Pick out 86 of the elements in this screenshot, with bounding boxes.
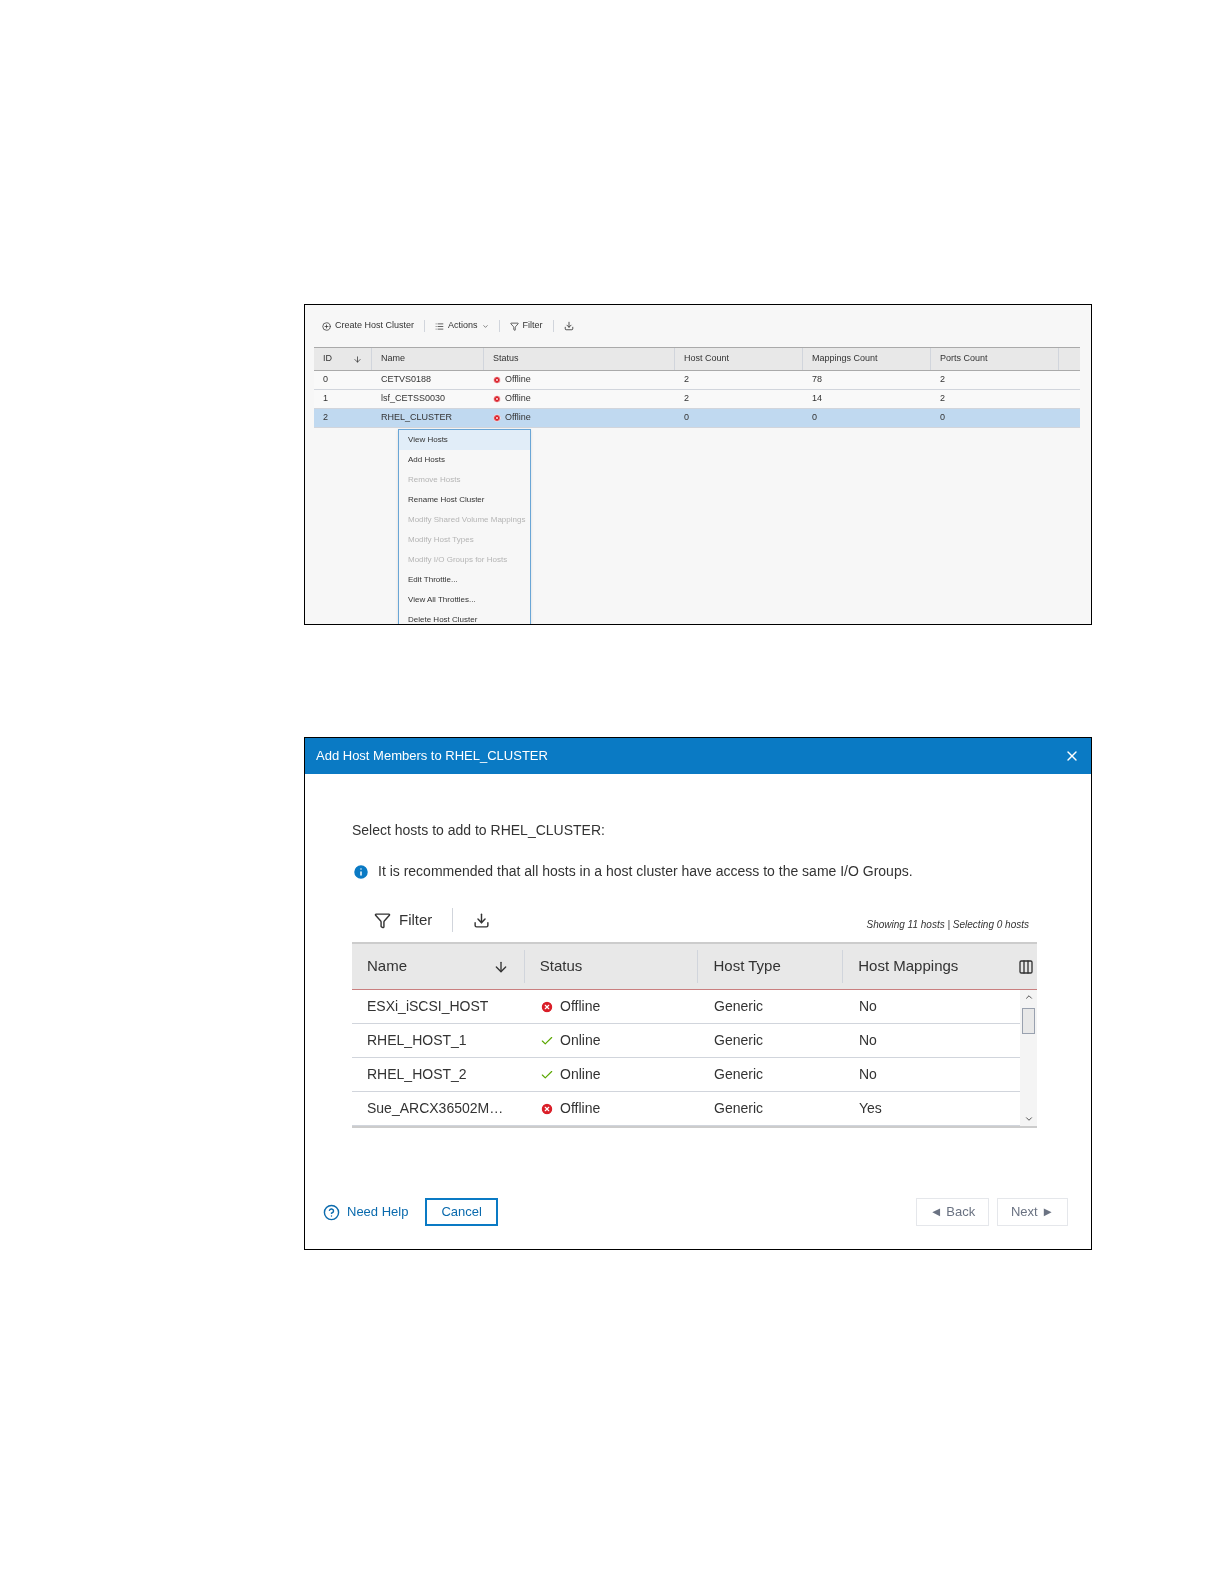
table-row[interactable]: 2 RHEL_CLUSTER Offline 0 0 0 [314,409,1080,428]
table-cell-text: Generic [713,1031,765,1050]
table-cell-text: 0 [811,411,818,425]
selection-summary: Showing 11 hosts | Selecting 0 hosts [866,918,1030,932]
offline-icon [493,414,501,422]
menu-item[interactable]: Edit Throttle... [399,570,530,590]
add-icon [322,321,331,331]
table-cell-text: RHEL_HOST_1 [366,1031,468,1050]
cancel-button[interactable]: Cancel [425,1198,498,1226]
table-cell-text: Sue_ARCX36502M… [366,1099,505,1118]
menu-item[interactable]: View All Throttles... [399,590,530,610]
table-cell-text: RHEL_HOST_2 [366,1065,468,1084]
info-icon [352,862,370,881]
column-header[interactable]: Host Type [698,950,844,983]
table-cell: Offline [525,1092,699,1125]
table-cell-text: No [858,1065,878,1084]
table-row[interactable]: ESXi_iSCSI_HOST Offline Generic No [352,990,1020,1024]
table-cell-text: 2 [683,392,690,406]
table-cell: Offline [484,371,675,389]
table-row[interactable]: RHEL_HOST_1 Online Generic No [352,1024,1020,1058]
column-header[interactable]: Name [372,348,484,370]
info-text: It is recommended that all hosts in a host cluster have access to the same I/O Groups. [378,862,913,881]
filter-icon [509,321,519,331]
table-cell-text: RHEL_CLUSTER [380,411,454,425]
table-cell-text: Yes [858,1099,883,1118]
table-cell-text: 0 [683,411,690,425]
download-icon [473,911,491,929]
column-header[interactable]: Name [352,950,525,983]
table-row[interactable]: RHEL_HOST_2 Online Generic No [352,1058,1020,1092]
table-cell: Online [525,1058,699,1091]
actions-button[interactable]: Actions [435,319,489,333]
column-header[interactable]: Mappings Count [803,348,931,370]
table-cell-text: 14 [811,392,823,406]
menu-item[interactable]: View Hosts [399,430,530,450]
download-button[interactable] [473,911,491,929]
table-cell-text: Generic [713,1065,765,1084]
table-cell-text: Generic [713,997,765,1016]
table-cell-text: lsf_CETSS0030 [380,392,447,406]
offline-icon [540,999,554,1014]
table-cell: Offline [484,409,675,427]
filter-icon [374,911,391,929]
prompt-text: Select hosts to add to RHEL_CLUSTER: [352,821,606,840]
filter-button[interactable]: Filter [509,319,543,333]
help-icon [323,1203,340,1221]
column-header[interactable]: Status [524,950,699,983]
offline-icon [540,1101,554,1116]
table-cell-text: 0 [939,411,946,425]
need-help-link[interactable]: Need Help [323,1202,409,1222]
column-header[interactable]: Host Mappings [843,944,1018,989]
table-cell-text: CETVS0188 [380,373,433,387]
table-cell: Online [525,1024,699,1057]
column-header[interactable]: ID [314,348,372,370]
table-cell-text: ESXi_iSCSI_HOST [366,997,490,1016]
table-cell-text: 2 [939,373,946,387]
dialog-title: Add Host Members to RHEL_CLUSTER [316,747,548,766]
column-header[interactable]: Host Count [675,348,803,370]
table-cell-text: No [858,1031,878,1050]
offline-icon [493,395,501,403]
table-cell-text: Generic [713,1099,765,1118]
menu-item[interactable]: Add Hosts [399,450,530,470]
list-icon [435,321,445,331]
table-cell: Offline [484,390,675,408]
table-cell-text: 78 [811,373,823,387]
menu-item[interactable]: Rename Host Cluster [399,490,530,510]
sort-arrow-icon [353,354,362,364]
table-cell-text: 2 [322,411,329,425]
table-cell-text: 2 [939,392,946,406]
table-row[interactable]: Sue_ARCX36502M… Offline Generic Yes [352,1092,1020,1126]
menu-item[interactable]: Delete Host Cluster [399,610,530,624]
column-header[interactable]: Ports Count [931,348,1059,370]
caret-icon [481,322,489,330]
filter-button[interactable]: Filter [374,908,433,932]
table-cell-text: No [858,997,878,1016]
scrollbar[interactable] [1020,990,1037,1126]
column-header[interactable]: Status [484,348,675,370]
scroll-up-icon [1023,992,1034,1002]
table-cell: Offline [525,990,699,1023]
columns-icon [1018,958,1034,975]
offline-icon [493,376,501,384]
table-cell-text: 0 [322,373,329,387]
download-icon [563,321,574,331]
create-host-cluster-button[interactable]: Create Host Cluster [322,319,415,333]
scroll-down-icon [1023,1114,1034,1124]
table-cell-text: 1 [322,392,329,406]
table-cell-text: 2 [683,373,690,387]
scroll-thumb[interactable] [1022,1008,1035,1034]
